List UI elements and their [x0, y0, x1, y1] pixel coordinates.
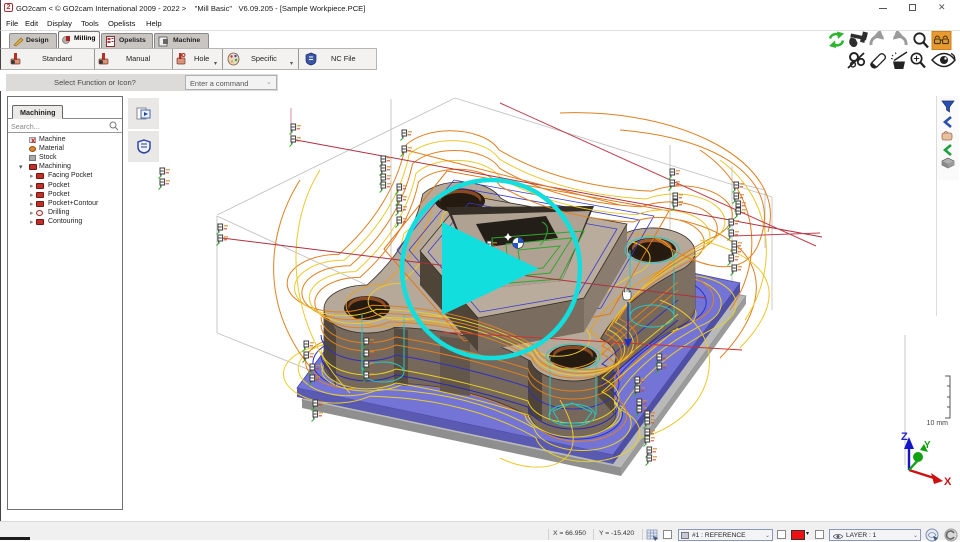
svg-text:Y: Y — [924, 440, 931, 451]
svg-text:Z: Z — [901, 431, 908, 443]
